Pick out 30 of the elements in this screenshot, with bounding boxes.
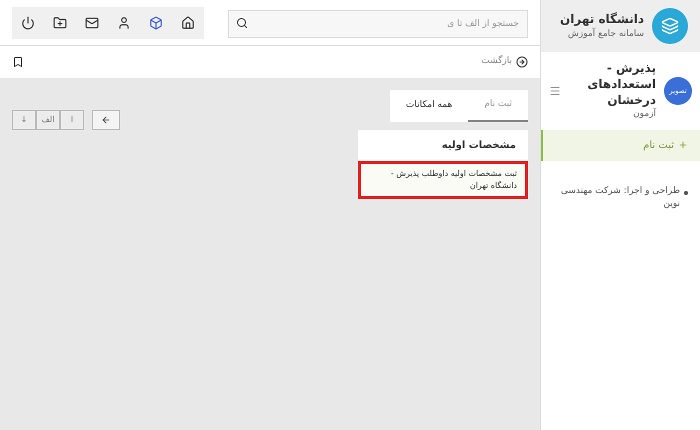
panel-title: مشخصات اولیه (440, 138, 517, 152)
user-icon (117, 16, 131, 30)
sidebar-item[interactable]: ثبت نام (541, 130, 700, 160)
pager-button[interactable]: ا (60, 110, 84, 130)
university-name: دانشگاه تهران (560, 11, 644, 28)
folder-icon (53, 16, 67, 30)
mail-icon (85, 16, 99, 30)
menu-icon[interactable] (549, 84, 561, 97)
credits-text: طراحی و اجرا: شرکت مهندسی نوین (560, 184, 680, 211)
back-icon[interactable] (516, 56, 528, 68)
back-link[interactable]: بازگشت (481, 55, 512, 69)
search-field[interactable]: جستجو از الف تا ی (228, 10, 528, 38)
search-icon (236, 16, 248, 28)
arrow-left-icon (101, 115, 111, 125)
pager-button[interactable]: ↓ (12, 110, 36, 130)
tab[interactable]: ثبت نام (468, 90, 528, 122)
plus-icon (678, 140, 688, 150)
pager-button[interactable]: الف (36, 110, 60, 130)
bookmark-icon[interactable] (12, 56, 24, 68)
form-link[interactable]: ثبت مشخصات اولیه داوطلب پذیرش - دانشگاه تهران (358, 160, 528, 198)
back-button[interactable] (92, 110, 120, 130)
power-icon (21, 16, 35, 30)
service-subtitle: آزمون (632, 108, 656, 121)
tab[interactable]: همه امکانات (390, 90, 468, 122)
university-logo-icon (652, 8, 688, 44)
home-icon (181, 16, 195, 30)
cube-icon (149, 16, 163, 30)
service-title: پذیرش - استعدادهای درخشان (586, 60, 656, 108)
bullet-icon (684, 190, 688, 194)
system-name: سامانه جامع آموزش (566, 28, 644, 42)
